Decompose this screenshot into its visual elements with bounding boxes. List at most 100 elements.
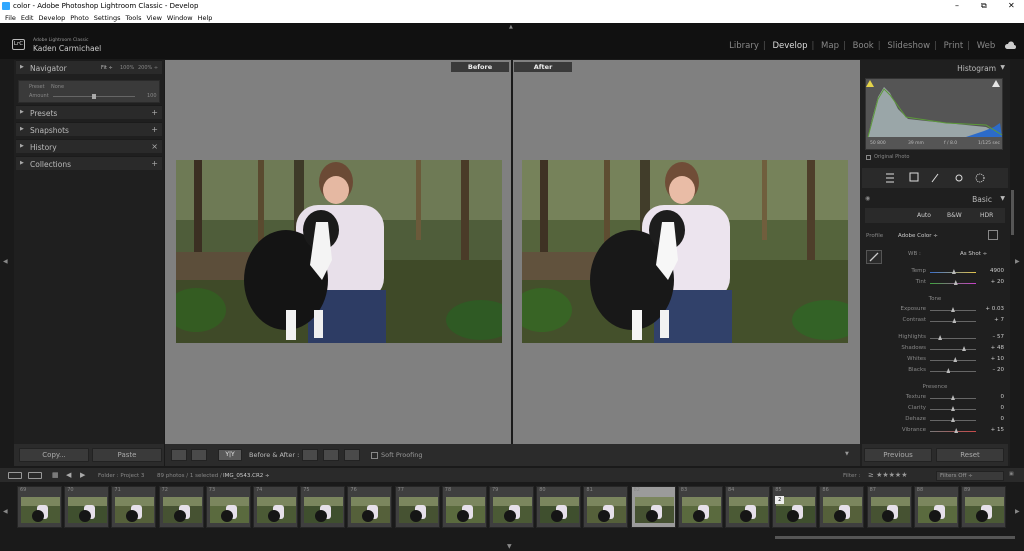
before-after-view-button[interactable]	[191, 449, 207, 461]
copy-button[interactable]: Copy...	[19, 448, 89, 462]
slider-temp[interactable]: Temp 4900	[866, 268, 1006, 276]
filmstrip-thumbnail[interactable]: 76	[347, 486, 393, 528]
slider-vibrance[interactable]: Vibrance + 15	[866, 427, 1006, 435]
add-preset-icon[interactable]: +	[151, 108, 158, 117]
slider-value[interactable]: + 15	[991, 427, 1004, 433]
cloud-icon[interactable]	[1004, 41, 1016, 50]
wb-dropdown[interactable]: As Shot ÷	[960, 251, 987, 257]
filmstrip-thumbnail[interactable]: 77	[394, 486, 440, 528]
toolbar-menu-icon[interactable]: ▼	[845, 451, 849, 457]
filmstrip-thumbnail[interactable]: 71	[111, 486, 157, 528]
menu-help[interactable]: Help	[198, 14, 213, 22]
slider-track[interactable]	[930, 430, 976, 432]
filter-lock-icon[interactable]: ▣	[1009, 471, 1014, 477]
slider-value[interactable]: + 20	[991, 279, 1004, 285]
selected-file-name[interactable]: IMG_0543.CR2 ÷	[223, 473, 270, 479]
swap-button[interactable]	[344, 449, 360, 461]
histogram-header[interactable]: Histogram ▼	[862, 61, 1008, 75]
zoom-200[interactable]: 200% ÷	[138, 65, 158, 71]
visibility-icon[interactable]: ◉	[865, 195, 870, 202]
filmstrip-thumbnail[interactable]: 73	[205, 486, 251, 528]
slider-dehaze[interactable]: Dehaze 0	[866, 416, 1006, 424]
add-collection-icon[interactable]: +	[151, 159, 158, 168]
filmstrip-thumbnail[interactable]: 87	[866, 486, 912, 528]
slider-track[interactable]	[930, 337, 976, 339]
menu-develop[interactable]: Develop	[38, 14, 65, 22]
collections-header[interactable]: ▶ Collections +	[16, 156, 162, 170]
slider-track[interactable]	[930, 320, 976, 322]
slider-value[interactable]: + 10	[991, 356, 1004, 362]
loupe-view-button[interactable]	[171, 449, 187, 461]
source-label[interactable]: Folder : Project 3	[98, 473, 144, 479]
before-photo[interactable]	[176, 160, 502, 343]
slider-tint[interactable]: Tint + 20	[866, 279, 1006, 287]
reset-button[interactable]: Reset	[936, 448, 1004, 462]
original-photo-checkbox[interactable]	[866, 155, 871, 160]
presets-header[interactable]: ▶ Presets +	[16, 105, 162, 119]
menu-settings[interactable]: Settings	[94, 14, 121, 22]
slider-value[interactable]: – 57	[993, 334, 1005, 340]
maximize-icon[interactable]: ⧉	[981, 1, 987, 11]
menu-tools[interactable]: Tools	[125, 14, 141, 22]
history-header[interactable]: ▶ History ×	[16, 139, 162, 153]
add-snapshot-icon[interactable]: +	[151, 125, 158, 134]
right-panel-scrollbar[interactable]	[1011, 190, 1014, 235]
filmstrip-thumbnail[interactable]: 85 2	[772, 486, 818, 528]
filmstrip-thumbnail[interactable]: 70	[64, 486, 110, 528]
menu-file[interactable]: File	[5, 14, 16, 22]
filmstrip-thumbnail[interactable]: 86	[819, 486, 865, 528]
menu-window[interactable]: Window	[167, 14, 193, 22]
profile-dropdown[interactable]: Adobe Color ÷	[898, 233, 938, 239]
slider-value[interactable]: + 0.03	[985, 306, 1004, 312]
previous-button[interactable]: Previous	[864, 448, 932, 462]
yy-view-button[interactable]: Y|Y	[218, 449, 242, 461]
slider-value[interactable]: 0	[1001, 394, 1005, 400]
histogram[interactable]: 50 800 39 mm f / 8.0 1/125 sec	[865, 78, 1003, 150]
slider-value[interactable]: 0	[1001, 416, 1005, 422]
left-panel-toggle-icon[interactable]: ◀	[3, 258, 8, 265]
white-balance-picker[interactable]	[866, 250, 882, 264]
filmstrip-thumbnail[interactable]: 82	[630, 486, 676, 528]
copy-before-to-after-button[interactable]	[302, 449, 318, 461]
slider-blacks[interactable]: Blacks – 20	[866, 367, 1006, 375]
filters-dropdown[interactable]: Filters Off ÷	[936, 471, 1004, 481]
paste-button[interactable]: Paste	[92, 448, 162, 462]
collapse-icon[interactable]: ▼	[1000, 64, 1005, 71]
collapse-icon[interactable]: ▼	[1000, 195, 1005, 202]
bw-button[interactable]: B&W	[947, 212, 962, 219]
secondary-display-icon[interactable]	[28, 472, 42, 479]
filmstrip-thumbnail[interactable]: 84	[725, 486, 770, 528]
snapshots-header[interactable]: ▶ Snapshots +	[16, 122, 162, 136]
slider-exposure[interactable]: Exposure + 0.03	[866, 306, 1006, 314]
slider-contrast[interactable]: Contrast + 7	[866, 317, 1006, 325]
amount-slider-knob[interactable]	[92, 94, 96, 99]
rating-filter[interactable]: ≥ ★★★★★	[868, 471, 907, 479]
zoom-100[interactable]: 100%	[120, 65, 134, 71]
slider-value[interactable]: + 48	[991, 345, 1004, 351]
slider-texture[interactable]: Texture 0	[866, 394, 1006, 402]
module-web[interactable]: Web	[977, 41, 996, 51]
filmstrip-thumbnail[interactable]: 78	[441, 486, 487, 528]
back-arrow-icon[interactable]: ◀	[66, 471, 71, 479]
slider-track[interactable]	[930, 348, 976, 350]
filmstrip-thumbnail[interactable]: 72	[158, 486, 204, 528]
module-book[interactable]: Book	[853, 41, 874, 51]
filmstrip-thumbnail[interactable]: 79	[489, 486, 534, 528]
module-print[interactable]: Print	[944, 41, 964, 51]
filmstrip-scroll-right-icon[interactable]: ▶	[1015, 508, 1020, 515]
primary-display-icon[interactable]	[8, 472, 22, 479]
close-icon[interactable]: ✕	[1008, 1, 1015, 10]
filmstrip-scroll-left-icon[interactable]: ◀	[3, 508, 8, 515]
filmstrip-thumbnail[interactable]: 88	[913, 486, 959, 528]
clear-history-icon[interactable]: ×	[151, 142, 158, 151]
slider-value[interactable]: 4900	[990, 268, 1004, 274]
copy-after-to-before-button[interactable]	[323, 449, 339, 461]
minimize-icon[interactable]: –	[955, 1, 959, 10]
top-panel-toggle-icon[interactable]: ▲	[509, 24, 513, 30]
right-panel-toggle-icon[interactable]: ▶	[1015, 258, 1020, 265]
navigator-header[interactable]: ▶ Navigator Fit ÷ 100% 200% ÷	[16, 60, 162, 74]
slider-value[interactable]: 0	[1001, 405, 1005, 411]
slider-whites[interactable]: Whites + 10	[866, 356, 1006, 364]
filmstrip-thumbnail[interactable]: 69	[17, 486, 62, 528]
menu-view[interactable]: View	[146, 14, 161, 22]
